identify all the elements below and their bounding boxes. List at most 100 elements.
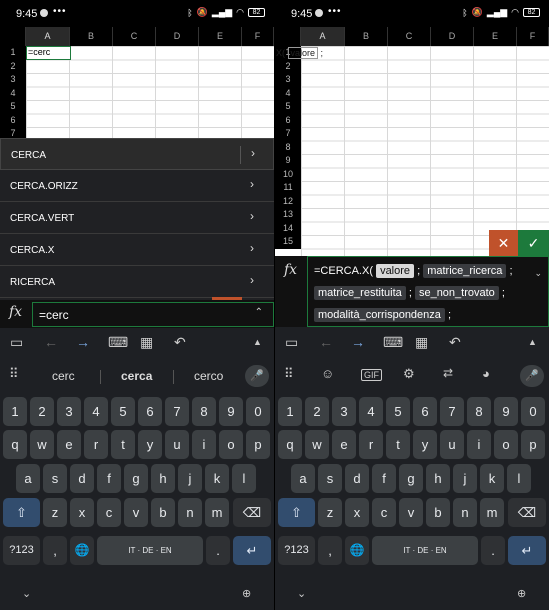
key[interactable]: j: [453, 464, 477, 493]
column-header[interactable]: D: [431, 27, 474, 46]
row-header[interactable]: 6: [275, 114, 301, 128]
key[interactable]: g: [399, 464, 423, 493]
row-header[interactable]: 4: [275, 87, 301, 101]
key[interactable]: a: [291, 464, 315, 493]
key[interactable]: n: [178, 498, 202, 527]
key[interactable]: 7: [440, 397, 464, 426]
row-header[interactable]: 10: [275, 168, 301, 182]
key[interactable]: 8: [192, 397, 216, 426]
gif-icon[interactable]: GIF: [361, 369, 382, 381]
key[interactable]: c: [97, 498, 121, 527]
key[interactable]: r: [84, 430, 108, 459]
row-header[interactable]: 13: [275, 208, 301, 222]
column-header[interactable]: B: [345, 27, 388, 46]
formula-input[interactable]: =CERCA.X( valore ; matrice_ricerca ; mat…: [307, 256, 549, 327]
keyboard-icon[interactable]: ⌨: [108, 334, 128, 351]
backspace-key[interactable]: ⌫: [508, 498, 546, 527]
key[interactable]: m: [480, 498, 504, 527]
chevron-right-icon[interactable]: ›: [250, 273, 254, 287]
key[interactable]: x: [345, 498, 369, 527]
column-header[interactable]: F: [242, 27, 274, 46]
column-header[interactable]: D: [156, 27, 199, 46]
microphone-icon[interactable]: 🎤: [520, 365, 544, 387]
cancel-formula-button[interactable]: ✕: [489, 230, 518, 256]
row-header[interactable]: 3: [0, 73, 26, 87]
chevron-down-icon[interactable]: ⌄: [534, 262, 542, 284]
arrow-left-icon[interactable]: ←: [319, 334, 333, 350]
key[interactable]: s: [318, 464, 342, 493]
chevron-right-icon[interactable]: ›: [250, 177, 254, 191]
arrow-right-icon[interactable]: →: [76, 334, 90, 350]
formula-argument[interactable]: modalità_corrispondenza: [314, 308, 445, 322]
backspace-key[interactable]: ⌫: [233, 498, 271, 527]
row-header[interactable]: 7: [275, 127, 301, 141]
row-header[interactable]: 12: [275, 195, 301, 209]
cell-grid[interactable]: [301, 46, 549, 256]
caret-up-icon[interactable]: ▲: [528, 337, 537, 347]
autocomplete-item[interactable]: CERCA ›: [0, 138, 274, 170]
row-header[interactable]: 5: [0, 100, 26, 114]
autocomplete-item[interactable]: CERCA.X ›: [0, 234, 274, 266]
keyboard-icon[interactable]: ⌨: [383, 334, 403, 351]
key[interactable]: g: [124, 464, 148, 493]
chevron-up-icon[interactable]: ⌃: [255, 307, 263, 318]
key[interactable]: o: [494, 430, 518, 459]
period-key[interactable]: .: [481, 536, 505, 565]
row-header[interactable]: 9: [275, 154, 301, 168]
key[interactable]: v: [124, 498, 148, 527]
cell-a1-preview[interactable]: X( valore ;: [275, 46, 323, 60]
arrow-right-icon[interactable]: →: [351, 334, 365, 350]
column-header[interactable]: C: [388, 27, 431, 46]
key[interactable]: i: [467, 430, 491, 459]
enter-key[interactable]: ↵: [508, 536, 546, 565]
function-icon[interactable]: fx: [284, 262, 297, 278]
key[interactable]: y: [413, 430, 437, 459]
row-header[interactable]: 15: [275, 235, 301, 249]
translate-icon[interactable]: ⇄: [443, 366, 453, 380]
key[interactable]: p: [246, 430, 270, 459]
row-header[interactable]: 2: [275, 60, 301, 74]
globe-icon[interactable]: 🌐: [345, 536, 369, 565]
formula-argument-active[interactable]: valore: [376, 264, 415, 278]
key[interactable]: 9: [219, 397, 243, 426]
key[interactable]: w: [30, 430, 54, 459]
select-all-corner[interactable]: [0, 27, 26, 46]
settings-gear-icon[interactable]: ⚙: [403, 366, 415, 382]
autocomplete-item[interactable]: RICERCA ›: [0, 266, 274, 298]
hide-keyboard-icon[interactable]: ⌄: [22, 587, 31, 600]
key[interactable]: v: [399, 498, 423, 527]
row-header[interactable]: 6: [0, 114, 26, 128]
comma-key[interactable]: ,: [318, 536, 342, 565]
key[interactable]: 4: [359, 397, 383, 426]
row-header[interactable]: 8: [275, 141, 301, 155]
key[interactable]: z: [318, 498, 342, 527]
key[interactable]: n: [453, 498, 477, 527]
spreadsheet-grid[interactable]: A B C D E F 1 2 3 4 5 6 7 8 9 10 11 12 1…: [275, 27, 549, 256]
key[interactable]: c: [372, 498, 396, 527]
key[interactable]: t: [386, 430, 410, 459]
formula-argument[interactable]: matrice_restituita: [314, 286, 406, 300]
key[interactable]: 2: [305, 397, 329, 426]
key[interactable]: d: [345, 464, 369, 493]
row-header[interactable]: 4: [0, 87, 26, 101]
select-all-corner[interactable]: [275, 27, 301, 46]
key[interactable]: 8: [467, 397, 491, 426]
key[interactable]: b: [151, 498, 175, 527]
row-header[interactable]: 2: [0, 60, 26, 74]
key[interactable]: d: [70, 464, 94, 493]
microphone-icon[interactable]: 🎤: [245, 365, 269, 387]
caret-up-icon[interactable]: ▲: [253, 337, 262, 347]
formula-argument[interactable]: matrice_ricerca: [423, 264, 507, 278]
row-header[interactable]: 3: [275, 73, 301, 87]
key[interactable]: 5: [111, 397, 135, 426]
key[interactable]: j: [178, 464, 202, 493]
suggestion[interactable]: cerc: [52, 369, 75, 383]
space-bar[interactable]: IT · DE · EN: [97, 536, 203, 565]
space-bar[interactable]: IT · DE · EN: [372, 536, 478, 565]
key[interactable]: r: [359, 430, 383, 459]
key[interactable]: 0: [246, 397, 270, 426]
column-header[interactable]: F: [517, 27, 549, 46]
key[interactable]: 5: [386, 397, 410, 426]
chevron-right-icon[interactable]: ›: [250, 209, 254, 223]
key[interactable]: f: [372, 464, 396, 493]
